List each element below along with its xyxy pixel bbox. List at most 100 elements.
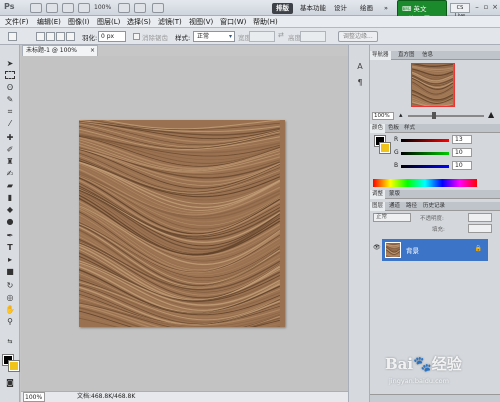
blur-icon[interactable]: ◆ bbox=[4, 205, 16, 214]
tab-history[interactable]: 历史记录 bbox=[421, 202, 447, 211]
menu-file[interactable]: 文件(F) bbox=[5, 17, 29, 27]
quick-select-icon[interactable]: ✎ bbox=[4, 95, 16, 104]
swap-icon[interactable]: ⇄ bbox=[278, 31, 287, 40]
intersect-selection-icon[interactable] bbox=[66, 32, 75, 41]
tab-swatches[interactable]: 色板 bbox=[386, 124, 401, 133]
workspace-painting-button[interactable]: 绘画 bbox=[356, 3, 377, 14]
menu-help[interactable]: 帮助(H) bbox=[253, 17, 278, 27]
gradient-icon[interactable]: ▮ bbox=[4, 193, 16, 202]
brush-icon[interactable]: ✐ bbox=[4, 145, 16, 154]
swap-colors-icon[interactable]: ⇆ bbox=[4, 337, 16, 346]
tab-navigator[interactable]: 导航器 bbox=[370, 51, 391, 60]
crop-icon[interactable]: ⌗ bbox=[4, 107, 16, 116]
clone-stamp-icon[interactable]: ♜ bbox=[4, 157, 16, 166]
navigator-zoom-slider[interactable] bbox=[408, 115, 484, 117]
green-value-field[interactable]: 10 bbox=[452, 148, 472, 157]
tab-styles[interactable]: 样式 bbox=[402, 124, 417, 133]
tab-color[interactable]: 颜色 bbox=[370, 124, 386, 133]
subtract-selection-icon[interactable] bbox=[56, 32, 65, 41]
add-selection-icon[interactable] bbox=[46, 32, 55, 41]
menu-image[interactable]: 图像(I) bbox=[68, 17, 90, 27]
workspace-typography-button[interactable]: 排版 bbox=[272, 3, 293, 14]
hand-tool-icon[interactable]: ✋ bbox=[4, 305, 16, 314]
ime-mode-icon[interactable]: ⌨ bbox=[402, 5, 411, 13]
document-tab[interactable]: 未标题-1 @ 100%(RGB/8) × bbox=[22, 45, 98, 64]
tab-masks[interactable]: 蒙版 bbox=[387, 190, 402, 199]
rotate-view-icon[interactable] bbox=[134, 3, 146, 13]
red-slider[interactable] bbox=[401, 139, 449, 142]
path-select-icon[interactable]: ▸ bbox=[4, 255, 16, 264]
workspace-more-button[interactable]: » bbox=[380, 3, 392, 14]
tab-paths[interactable]: 路径 bbox=[404, 202, 419, 211]
move-tool-icon[interactable]: ➤ bbox=[4, 59, 16, 68]
workspace-design-button[interactable]: 设计 bbox=[330, 3, 351, 14]
red-value-field[interactable]: 13 bbox=[452, 135, 472, 144]
blend-mode-select[interactable]: 正常 bbox=[373, 213, 411, 222]
height-input[interactable] bbox=[300, 31, 326, 42]
3d-orbit-icon[interactable]: ◎ bbox=[4, 293, 16, 302]
marquee-preset-icon[interactable] bbox=[8, 32, 17, 41]
spot-healing-icon[interactable]: ✚ bbox=[4, 133, 16, 142]
background-color-swatch[interactable] bbox=[8, 360, 20, 372]
opacity-field[interactable] bbox=[468, 213, 492, 222]
menu-select[interactable]: 选择(S) bbox=[127, 17, 151, 27]
tab-channels[interactable]: 通道 bbox=[387, 202, 402, 211]
wood-texture-canvas[interactable] bbox=[79, 120, 285, 327]
quick-mask-icon[interactable]: ◙ bbox=[4, 378, 16, 387]
menu-window[interactable]: 窗口(W) bbox=[220, 17, 246, 27]
bridge-icon[interactable] bbox=[30, 3, 42, 13]
color-spectrum-bar[interactable] bbox=[373, 179, 477, 187]
blue-slider[interactable] bbox=[401, 165, 449, 168]
fill-field[interactable] bbox=[468, 224, 492, 233]
status-zoom-field[interactable]: 100% bbox=[23, 392, 45, 402]
paragraph-panel-icon[interactable]: ¶ bbox=[354, 77, 366, 89]
eyedropper-icon[interactable]: ⁄ bbox=[4, 119, 16, 128]
workspace-essentials-button[interactable]: 基本功能 bbox=[296, 3, 330, 14]
minibridge-icon[interactable] bbox=[46, 3, 58, 13]
menu-filter[interactable]: 滤镜(T) bbox=[158, 17, 182, 27]
rectangular-marquee-icon[interactable] bbox=[5, 71, 15, 79]
ime-lang[interactable]: 英文 bbox=[413, 5, 426, 13]
navigator-zoom-knob[interactable] bbox=[432, 112, 436, 119]
history-brush-icon[interactable]: ✍ bbox=[4, 169, 16, 178]
zoom-in-icon[interactable]: ▲ bbox=[488, 110, 494, 119]
pen-icon[interactable]: ✒ bbox=[4, 231, 16, 240]
navigator-zoom-field[interactable]: 100% bbox=[372, 112, 394, 120]
layer-row-background[interactable]: 背景 🔒 bbox=[382, 239, 488, 261]
new-selection-icon[interactable] bbox=[36, 32, 45, 41]
arrange-documents-icon[interactable] bbox=[152, 3, 164, 13]
shape-icon[interactable]: ■ bbox=[4, 267, 16, 276]
3d-rotate-icon[interactable]: ↻ bbox=[4, 281, 16, 290]
document-size-info[interactable]: 文档:468.8K/468.8K bbox=[77, 392, 135, 402]
tab-layers[interactable]: 图层 bbox=[370, 202, 386, 211]
color-panel-background[interactable] bbox=[379, 142, 391, 154]
lasso-icon[interactable]: ʘ bbox=[4, 83, 16, 92]
grid-icon[interactable] bbox=[78, 3, 90, 13]
close-icon[interactable]: × bbox=[490, 2, 500, 13]
zoom-out-icon[interactable]: ▴ bbox=[399, 111, 403, 119]
cs-live-button[interactable]: CS Live bbox=[450, 3, 470, 19]
dodge-icon[interactable]: ● bbox=[4, 217, 16, 226]
hand-icon[interactable] bbox=[118, 3, 130, 13]
app-zoom-level[interactable]: 100% bbox=[94, 4, 111, 11]
zoom-tool-icon[interactable]: ⚲ bbox=[4, 317, 16, 326]
width-input[interactable] bbox=[249, 31, 275, 42]
tab-histogram[interactable]: 直方图 bbox=[396, 51, 417, 60]
green-slider[interactable] bbox=[401, 152, 449, 155]
tab-info[interactable]: 信息 bbox=[420, 51, 435, 60]
document-close-icon[interactable]: × bbox=[90, 46, 95, 56]
blue-value-field[interactable]: 10 bbox=[452, 161, 472, 170]
menu-layer[interactable]: 图层(L) bbox=[97, 17, 120, 27]
canvas-area[interactable] bbox=[21, 56, 348, 391]
navigator-thumbnail[interactable] bbox=[411, 63, 455, 107]
character-panel-icon[interactable]: A bbox=[354, 61, 366, 73]
antialias-checkbox[interactable] bbox=[133, 33, 140, 40]
menu-view[interactable]: 视图(V) bbox=[189, 17, 213, 27]
refine-edge-button[interactable]: 调整边缘... bbox=[338, 31, 378, 42]
type-icon[interactable]: T bbox=[4, 243, 16, 252]
eraser-icon[interactable]: ▰ bbox=[4, 181, 16, 190]
layer-visibility-eye-icon[interactable]: 👁 bbox=[373, 244, 381, 252]
guides-icon[interactable] bbox=[62, 3, 74, 13]
menu-edit[interactable]: 编辑(E) bbox=[37, 17, 61, 27]
feather-input[interactable]: 0 px bbox=[98, 31, 126, 42]
